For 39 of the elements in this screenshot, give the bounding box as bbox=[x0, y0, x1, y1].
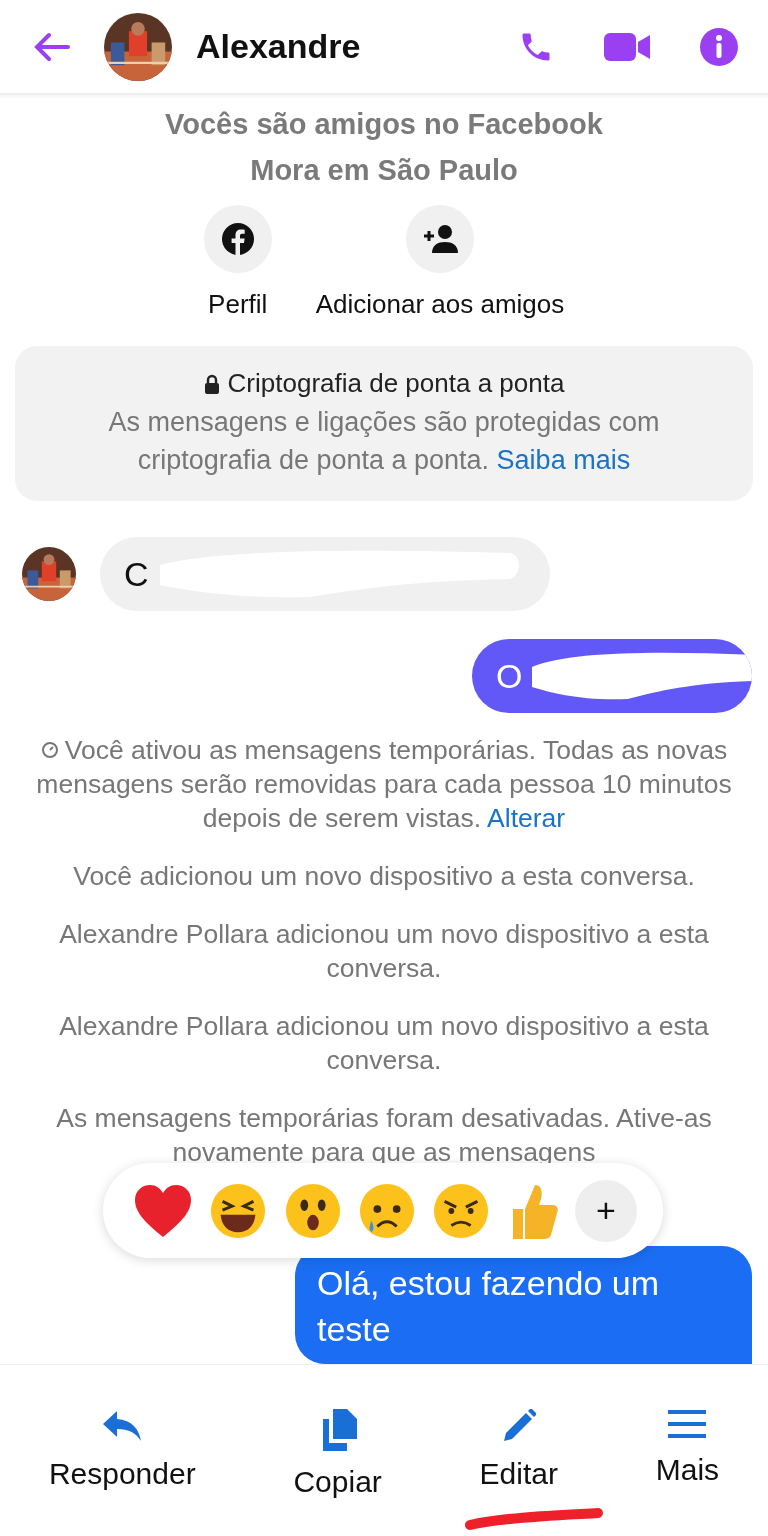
timer-icon bbox=[40, 741, 59, 759]
system-message: Você adicionou um novo dispositivo a esta conversa. bbox=[72, 860, 696, 893]
message-action-button[interactable]: Responder bbox=[48, 1409, 196, 1491]
more-reactions-button[interactable]: + bbox=[574, 1179, 637, 1242]
back-arrow-icon[interactable] bbox=[34, 31, 70, 62]
system-message: Alexandre Pollara adicionou um novo dispositivo a esta conversa. bbox=[58, 1010, 710, 1077]
surprised-face-icon[interactable] bbox=[283, 1181, 342, 1240]
profile-info-text: Mora em São Paulo bbox=[250, 153, 518, 188]
video-camera-icon[interactable] bbox=[604, 30, 650, 63]
change-link[interactable]: Alterar bbox=[487, 803, 566, 833]
pencil-icon bbox=[501, 1409, 536, 1443]
message-action-button[interactable]: Editar bbox=[479, 1409, 558, 1491]
message-action-button[interactable]: Mais bbox=[655, 1409, 720, 1487]
sent-message-bubble[interactable]: Olá, estou fazendo um teste bbox=[295, 1246, 752, 1364]
system-message: Alexandre Pollara adicionou um novo dispositivo a esta conversa. bbox=[58, 918, 710, 985]
system-message: Você ativou as mensagens temporárias. Todas as novas mensagens serão removidas para cada pessoa 10 minutos depois de serem vistas. Alterar bbox=[35, 734, 733, 835]
facebook-icon bbox=[221, 223, 254, 255]
learn-more-link[interactable]: Saiba mais bbox=[496, 445, 631, 475]
message-text: C bbox=[124, 554, 149, 594]
profile-action-label[interactable]: Adicionar aos amigos bbox=[315, 289, 565, 320]
angry-face-icon[interactable] bbox=[432, 1181, 491, 1240]
avatar bbox=[22, 547, 76, 601]
menu-icon bbox=[668, 1409, 707, 1439]
message-bubble[interactable]: C bbox=[100, 537, 550, 611]
encryption-title: Criptografia de ponta a ponta bbox=[227, 368, 565, 399]
contact-name: Alexandre bbox=[196, 27, 362, 66]
profile-action-label[interactable]: Perfil bbox=[208, 289, 268, 320]
system-message: As mensagens temporárias foram desativadas. Ative-as novamente para que as mensagens bbox=[55, 1102, 713, 1169]
encryption-text: As mensagens e ligações são protegidas com criptografia de ponta a ponta. Saiba mais bbox=[107, 406, 661, 477]
message-bubble[interactable]: O bbox=[472, 639, 752, 713]
heart-icon[interactable] bbox=[133, 1182, 193, 1239]
crying-face-icon[interactable] bbox=[358, 1181, 416, 1240]
profile-info-text: Vocês são amigos no Facebook bbox=[165, 107, 603, 142]
laughing-face-icon[interactable] bbox=[209, 1181, 268, 1240]
message-text: O bbox=[496, 656, 523, 696]
message-action-button[interactable]: Copiar bbox=[293, 1409, 382, 1499]
info-icon[interactable] bbox=[700, 27, 738, 66]
reply-icon bbox=[101, 1409, 144, 1443]
lock-icon bbox=[203, 373, 220, 394]
